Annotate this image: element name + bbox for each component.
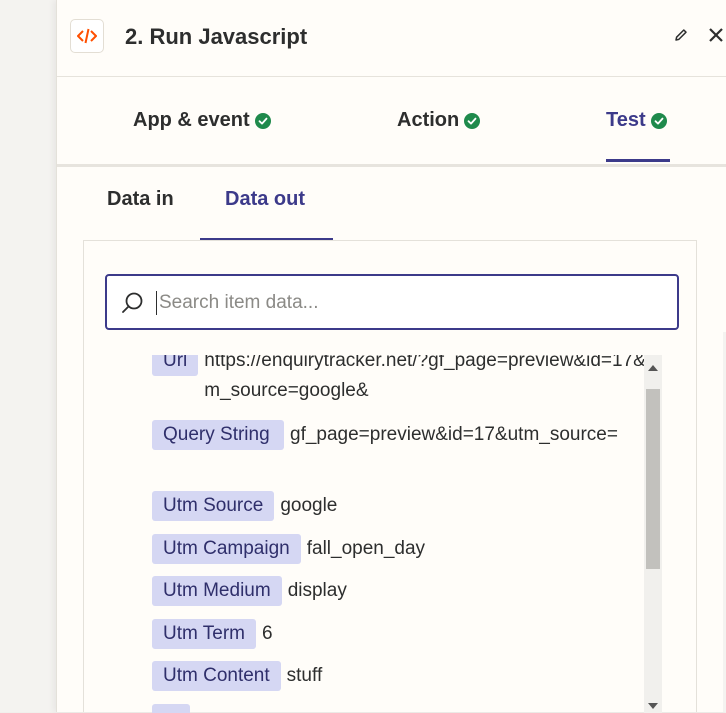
field-value: https://enquirytracker.net/?gf_page=prev… — [204, 355, 644, 401]
search-icon — [122, 292, 143, 313]
step-title: 2. Run Javascript — [125, 24, 308, 49]
code-icon — [70, 19, 104, 53]
search-input[interactable] — [157, 284, 661, 322]
tab-action[interactable]: Action — [397, 109, 481, 132]
field-label: Utm Medium — [152, 576, 282, 606]
field-label: Utm Term — [152, 619, 256, 649]
field-value: google — [280, 495, 338, 516]
list-item: Url https://enquirytracker.net/?gf_page=… — [152, 355, 644, 406]
field-label: Url — [152, 355, 199, 376]
field-label: Utm Content — [152, 661, 281, 691]
list-item: Utm Campaign fall_open_day — [152, 534, 425, 564]
tab-label: Action — [397, 109, 460, 131]
close-icon[interactable] — [707, 26, 725, 44]
tab-data-out[interactable]: Data out — [225, 188, 305, 211]
scroll-thumb[interactable] — [646, 389, 660, 569]
list-item: Query String gf_page=preview&id=17&utm_s… — [152, 420, 618, 450]
pencil-icon[interactable] — [673, 27, 689, 43]
check-circle-icon — [650, 112, 667, 129]
panel-header: 2. Run Javascript — [57, 0, 726, 77]
tab-label: Test — [606, 109, 646, 131]
check-circle-icon — [254, 112, 271, 129]
list-item: Utm Term 6 — [152, 619, 273, 649]
search-box[interactable] — [105, 274, 679, 330]
tab-data-in[interactable]: Data in — [107, 188, 174, 211]
field-list: Url https://enquirytracker.net/?gf_page=… — [84, 355, 644, 713]
list-item: Utm Source google — [152, 491, 337, 521]
field-label: Utm Campaign — [152, 534, 301, 564]
step-editor-panel: 2. Run Javascript App & event Action Tes… — [56, 0, 726, 713]
background-page — [0, 0, 56, 712]
step-tabs: App & event Action Test — [57, 76, 726, 167]
scroll-down-arrow[interactable] — [648, 703, 658, 709]
list-item: Utm Medium display — [152, 576, 347, 606]
tab-app-event[interactable]: App & event — [133, 109, 271, 132]
field-value: gf_page=preview&id=17&utm_source= — [290, 424, 618, 445]
check-circle-icon — [464, 112, 481, 129]
data-subtabs: Data in Data out — [57, 167, 726, 241]
tab-label: App & event — [133, 109, 250, 131]
data-out-panel: Url https://enquirytracker.net/?gf_page=… — [83, 240, 697, 713]
field-label: Query String — [152, 420, 284, 450]
active-step-indicator — [606, 159, 670, 162]
field-value: fall_open_day — [306, 538, 426, 559]
scroll-up-arrow[interactable] — [648, 365, 658, 371]
field-value: 6 — [261, 623, 273, 644]
tab-test[interactable]: Test — [606, 109, 667, 132]
list-item: Utm Content stuff — [152, 661, 322, 691]
field-label: Utm Source — [152, 491, 275, 521]
field-value: display — [287, 580, 347, 601]
field-value: stuff — [286, 665, 323, 686]
vertical-scrollbar[interactable] — [644, 355, 662, 713]
